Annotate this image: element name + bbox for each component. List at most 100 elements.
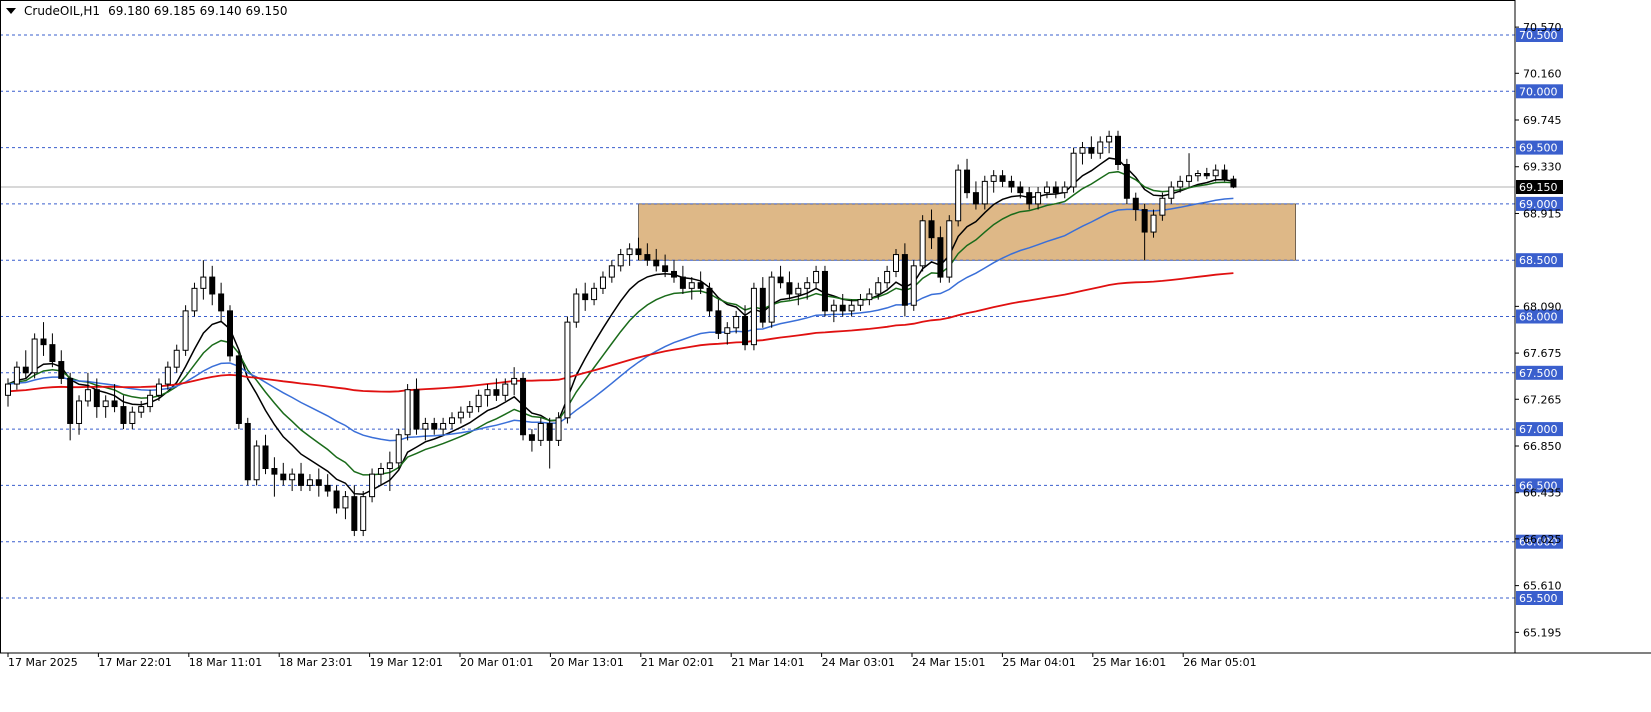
candle-body (1186, 175, 1193, 182)
candle-body (617, 254, 624, 267)
price-tick-label: 68.915 (1523, 207, 1562, 220)
price-tick-label: 65.195 (1523, 626, 1562, 639)
candle-body (1097, 141, 1104, 154)
candle-body (635, 248, 642, 256)
candle (520, 372, 527, 441)
candle-body (644, 254, 651, 261)
candle (564, 316, 571, 424)
candle-body (866, 293, 873, 301)
candle-body (475, 394, 482, 408)
candle-body (280, 473, 287, 481)
candle (253, 440, 260, 486)
candle-body (31, 338, 38, 374)
candle-body (413, 389, 420, 430)
price-tick-label: 69.745 (1523, 114, 1562, 127)
candle-body (164, 366, 171, 385)
candle-body (946, 220, 953, 278)
candle-body (964, 169, 971, 194)
candle-body (555, 417, 562, 441)
candle-body (1088, 147, 1095, 154)
candle-body (697, 282, 704, 289)
symbol-label: CrudeOIL,H1 (24, 4, 101, 18)
candle-body (1212, 169, 1219, 177)
candle-body (901, 254, 908, 306)
current-price-label: 69.150 (1519, 181, 1558, 194)
time-tick-label: 17 Mar 22:01 (98, 656, 171, 669)
candle-body (546, 422, 553, 441)
candle-body (377, 468, 384, 475)
price-tick-label: 67.675 (1523, 347, 1562, 360)
time-tick-label: 20 Mar 01:01 (460, 656, 533, 669)
candle (955, 164, 962, 227)
candle-body (22, 366, 29, 374)
candle (235, 350, 242, 430)
candle-body (120, 406, 127, 424)
ohlc-label: 69.180 69.185 69.140 69.150 (108, 4, 288, 18)
candle-body (102, 400, 109, 408)
candle-body (5, 383, 11, 396)
level-label: 69.500 (1519, 142, 1558, 155)
candle-body (981, 180, 988, 205)
dropdown-triangle-icon[interactable] (6, 8, 16, 14)
candle-body (1150, 214, 1157, 233)
time-tick-label: 24 Mar 03:01 (822, 656, 895, 669)
candle-body (431, 422, 438, 430)
candle-body (244, 422, 251, 481)
candle-body (1132, 197, 1139, 211)
candle-body (298, 473, 305, 486)
candle-body (484, 389, 491, 396)
price-tick-label: 65.610 (1523, 580, 1562, 593)
candle-body (724, 327, 731, 334)
candle-body (804, 282, 811, 289)
chart-background (0, 0, 1651, 708)
candle-body (1194, 172, 1201, 177)
time-tick-label: 21 Mar 02:01 (641, 656, 714, 669)
candle-body (1017, 186, 1024, 194)
time-tick-label: 25 Mar 04:01 (1002, 656, 1075, 669)
candle-body (608, 265, 615, 278)
candle-body (857, 299, 864, 306)
candle-body (768, 276, 775, 323)
candle-body (919, 220, 926, 267)
candle-body (520, 377, 527, 436)
candle (573, 288, 580, 328)
candle (768, 271, 775, 328)
candle-body (821, 270, 828, 312)
candle-body (466, 406, 473, 413)
price-tick-label: 68.090 (1523, 300, 1562, 313)
candle-body (147, 394, 154, 408)
candle-body (49, 344, 56, 363)
candle-body (1177, 180, 1184, 188)
candle-body (733, 316, 740, 329)
candle-body (235, 355, 242, 424)
candle-body (564, 321, 571, 419)
time-tick-label: 21 Mar 14:01 (731, 656, 804, 669)
candle-body (848, 304, 855, 312)
candle-body (369, 473, 376, 498)
price-tick-label: 66.850 (1523, 440, 1562, 453)
candle-body (422, 422, 429, 430)
candle-body (786, 282, 793, 295)
candle-body (1061, 186, 1068, 194)
candle-body (262, 445, 269, 470)
candle (1070, 147, 1077, 193)
level-label: 70.000 (1519, 85, 1558, 98)
price-chart[interactable]: 70.50070.00069.50069.00068.50068.00067.5… (0, 0, 1651, 708)
candle-body (182, 310, 189, 351)
candle-body (1123, 163, 1130, 199)
candle-body (511, 377, 518, 385)
candle-body (1159, 197, 1166, 216)
candle-body (928, 220, 935, 239)
time-tick-label: 18 Mar 11:01 (189, 656, 262, 669)
price-tick-label: 70.570 (1523, 21, 1562, 34)
level-label: 67.500 (1519, 367, 1558, 380)
candle-body (813, 270, 820, 284)
chart-root[interactable]: 70.500 70.000 69.500 69.000 68.500 68.000 67.5… (0, 0, 1651, 708)
candle-body (493, 389, 500, 396)
candle-body (440, 422, 447, 430)
candle-body (626, 248, 633, 256)
candle (360, 491, 367, 537)
candle-body (972, 192, 979, 205)
time-tick-label: 25 Mar 16:01 (1093, 656, 1166, 669)
candle-body (688, 282, 695, 289)
